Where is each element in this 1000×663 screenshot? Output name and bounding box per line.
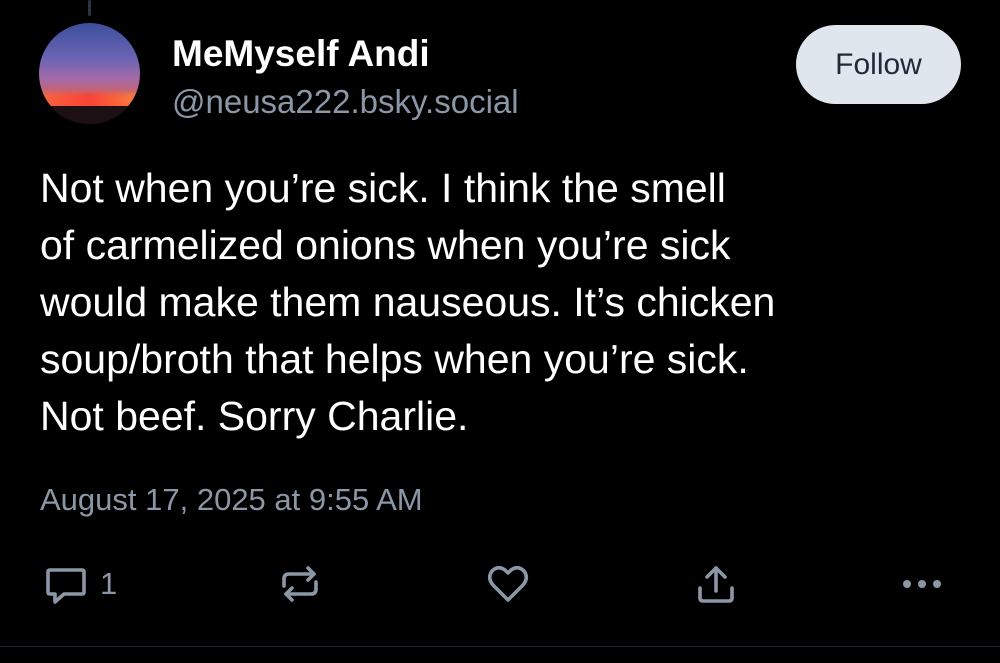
post-action-bar: 1	[0, 556, 1000, 612]
author-display-name[interactable]: MeMyself Andi	[172, 33, 430, 75]
divider	[0, 646, 1000, 647]
avatar[interactable]	[39, 23, 140, 124]
avatar-sunset-glow	[39, 93, 140, 107]
like-icon	[487, 565, 529, 602]
repost-button[interactable]	[276, 556, 324, 612]
post-text-line: soup/broth that helps when you’re sick.	[40, 336, 749, 382]
reply-count: 1	[100, 566, 118, 601]
post-text-line: would make them nauseous. It’s chicken	[40, 279, 776, 325]
thread-line	[88, 0, 91, 16]
post-text: Not when you’re sick. I think the smell …	[40, 160, 970, 445]
more-options-button[interactable]	[898, 556, 946, 612]
reply-button[interactable]: 1	[42, 556, 117, 612]
post-text-line: Not beef. Sorry Charlie.	[40, 393, 469, 439]
avatar-ground	[39, 106, 140, 124]
like-button[interactable]	[484, 556, 532, 612]
post-timestamp[interactable]: August 17, 2025 at 9:55 AM	[40, 482, 423, 518]
post-text-line: Not when you’re sick. I think the smell	[40, 165, 726, 211]
author-handle[interactable]: @neusa222.bsky.social	[172, 83, 519, 121]
reply-icon	[46, 568, 86, 604]
follow-button[interactable]: Follow	[796, 25, 961, 104]
share-icon	[698, 566, 734, 603]
more-icon	[903, 580, 941, 588]
repost-icon	[282, 566, 318, 602]
share-button[interactable]	[692, 556, 740, 612]
post-text-line: of carmelized onions when you’re sick	[40, 222, 731, 268]
